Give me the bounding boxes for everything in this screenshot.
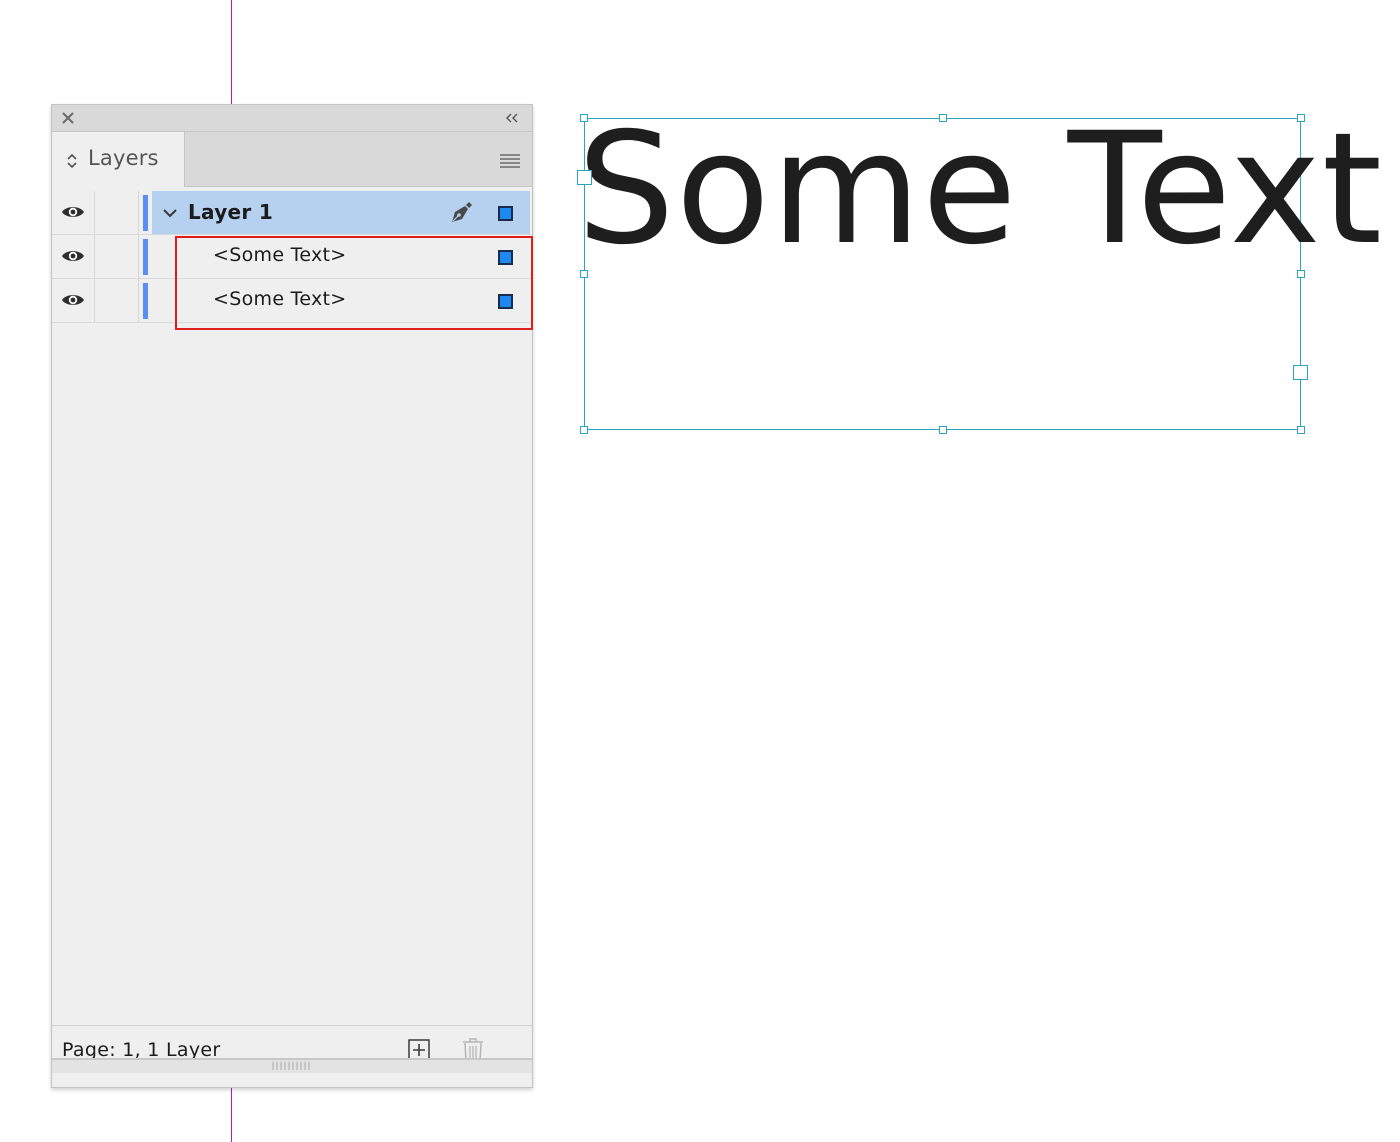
margin-guide-top bbox=[231, 0, 232, 104]
select-layer-square[interactable] bbox=[498, 206, 513, 221]
layer-row-layer-1[interactable]: Layer 1 bbox=[52, 191, 532, 235]
layer-row-body[interactable]: Layer 1 bbox=[152, 191, 530, 234]
layer-color-swatch bbox=[143, 283, 148, 319]
layers-list: Layer 1 <Some Text> <Some Text> bbox=[52, 191, 532, 323]
lock-toggle[interactable] bbox=[95, 191, 139, 234]
lock-toggle[interactable] bbox=[95, 235, 139, 278]
resize-grip-icon[interactable] bbox=[272, 1062, 312, 1070]
select-item-square[interactable] bbox=[498, 250, 513, 265]
up-down-arrows-icon[interactable] bbox=[66, 153, 78, 169]
in-port[interactable] bbox=[577, 170, 592, 185]
out-port[interactable] bbox=[1293, 365, 1308, 380]
visibility-toggle[interactable] bbox=[52, 191, 95, 234]
double-chevron-left-icon[interactable] bbox=[504, 112, 520, 124]
margin-guide-bottom bbox=[231, 1088, 232, 1142]
item-name: <Some Text> bbox=[213, 288, 347, 310]
tab-strip: Layers bbox=[52, 132, 532, 187]
item-row-body[interactable]: <Some Text> bbox=[152, 235, 530, 278]
lock-toggle[interactable] bbox=[95, 279, 139, 322]
visibility-toggle[interactable] bbox=[52, 279, 95, 322]
frame-text[interactable]: Some Text bbox=[577, 113, 1383, 267]
panel-resize-strip[interactable] bbox=[52, 1058, 532, 1073]
layer-color-swatch bbox=[143, 239, 148, 275]
select-item-square[interactable] bbox=[498, 294, 513, 309]
hamburger-menu-icon[interactable] bbox=[500, 154, 520, 168]
layer-item-row[interactable]: <Some Text> bbox=[52, 279, 532, 323]
text-frame[interactable]: Some Text bbox=[577, 113, 1382, 434]
handle-top-center[interactable] bbox=[939, 114, 947, 122]
handle-bottom-left[interactable] bbox=[580, 426, 588, 434]
panel-footer: Page: 1, 1 Layer bbox=[52, 1025, 532, 1073]
close-icon[interactable] bbox=[61, 111, 75, 125]
eye-icon[interactable] bbox=[61, 205, 85, 219]
item-name: <Some Text> bbox=[213, 244, 347, 266]
handle-bottom-center[interactable] bbox=[939, 426, 947, 434]
panel-titlebar[interactable] bbox=[52, 105, 532, 132]
eye-icon[interactable] bbox=[61, 293, 85, 307]
layer-item-row[interactable]: <Some Text> bbox=[52, 235, 532, 279]
handle-top-left[interactable] bbox=[580, 114, 588, 122]
handle-bottom-right[interactable] bbox=[1297, 426, 1305, 434]
tab-label: Layers bbox=[88, 146, 159, 170]
layer-color-swatch bbox=[143, 195, 148, 231]
item-row-body[interactable]: <Some Text> bbox=[152, 279, 530, 322]
visibility-toggle[interactable] bbox=[52, 235, 95, 278]
layer-name: Layer 1 bbox=[188, 200, 274, 224]
layers-panel: Layers Layer 1 <Some Text> <Some Text> P… bbox=[51, 104, 533, 1088]
chevron-down-icon[interactable] bbox=[162, 207, 178, 219]
handle-middle-left[interactable] bbox=[580, 270, 588, 278]
handle-top-right[interactable] bbox=[1297, 114, 1305, 122]
pen-nib-icon bbox=[452, 202, 472, 222]
eye-icon[interactable] bbox=[61, 249, 85, 263]
tab-layers[interactable]: Layers bbox=[52, 132, 185, 187]
handle-middle-right[interactable] bbox=[1297, 270, 1305, 278]
